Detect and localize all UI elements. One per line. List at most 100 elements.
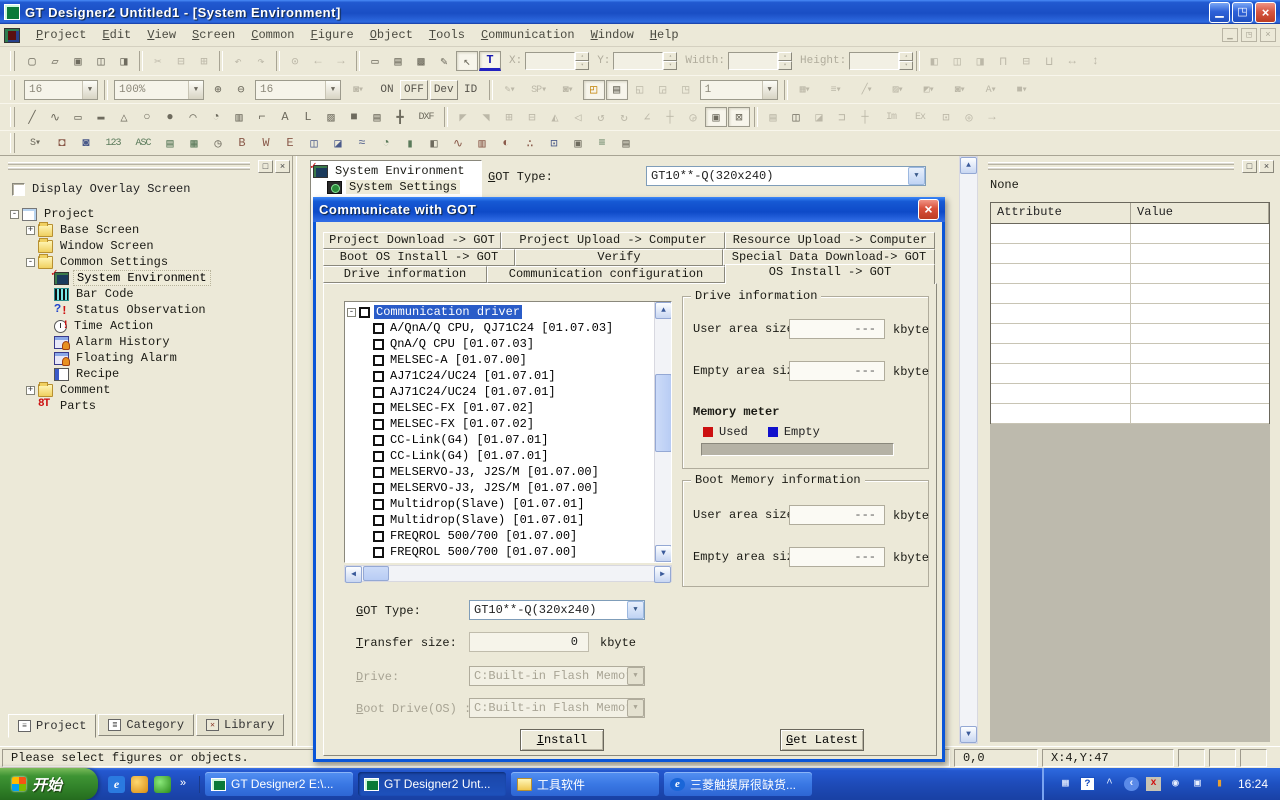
minimize-button[interactable]: ▁ — [1209, 2, 1230, 23]
flip-h-icon[interactable]: ◭ — [544, 107, 566, 127]
restore-button[interactable]: ◳ — [1232, 2, 1253, 23]
driver-item[interactable]: MELSEC-A [01.07.00] — [347, 352, 653, 368]
driver-checkbox[interactable] — [373, 355, 384, 366]
display-tray-icon[interactable]: ▣ — [1190, 777, 1205, 791]
driver-item[interactable]: AJ71C24/UC24 [01.07.01] — [347, 384, 653, 400]
coordinate-input[interactable] — [525, 52, 575, 70]
circle-icon[interactable]: ○ — [136, 107, 158, 127]
line-type-icon[interactable]: ╱▾ — [853, 80, 881, 100]
data-list-display-icon[interactable]: ▤ — [159, 133, 181, 153]
arc-icon[interactable]: ◠ — [182, 107, 204, 127]
dialog-tab[interactable]: Verify — [515, 249, 723, 266]
on-button[interactable]: ON — [376, 80, 398, 100]
panel-tab[interactable]: ≣ Category — [98, 714, 194, 736]
driver-item[interactable]: MELSEC-FX [01.07.02] — [347, 416, 653, 432]
coordinate-input[interactable] — [728, 52, 778, 70]
dxf-icon[interactable]: DXF — [412, 107, 440, 127]
snap-grid-icon[interactable]: ▦▾ — [791, 80, 819, 100]
driver-checkbox[interactable] — [373, 499, 384, 510]
spinner-control[interactable]: ▴▾ — [575, 52, 589, 70]
dropdown-arrow-icon[interactable] — [908, 167, 925, 185]
back-layer-icon[interactable]: ◲ — [652, 80, 674, 100]
zoom-combo[interactable]: 100% — [114, 80, 204, 100]
settings-tree-item[interactable]: System Settings — [313, 179, 479, 195]
table-row[interactable] — [991, 324, 1269, 344]
alarm-list-icon[interactable]: ◪ — [327, 133, 349, 153]
text-figure-icon[interactable]: A — [274, 107, 296, 127]
device-test-icon[interactable]: ⊡ — [935, 107, 957, 127]
undo-icon[interactable]: ↶ — [227, 51, 249, 71]
import-data-icon[interactable]: Im — [877, 107, 905, 127]
dialog-tab[interactable]: OS Install -> GOT — [725, 264, 935, 284]
panel-tab[interactable]: ✕ Library — [196, 714, 284, 736]
same-height-icon[interactable]: ↕ — [1084, 51, 1106, 71]
table-row[interactable] — [991, 264, 1269, 284]
tree-item[interactable]: System Environment — [10, 270, 288, 286]
scroll-up-icon[interactable]: ▲ — [655, 302, 672, 319]
panel-close-icon[interactable]: × — [1259, 160, 1274, 173]
font-size-combo[interactable]: 16 — [24, 80, 98, 100]
driver-list-hscrollbar[interactable]: ◀ ▶ — [344, 565, 672, 582]
group-icon[interactable]: ⊞ — [498, 107, 520, 127]
menu-item[interactable]: Communication — [473, 25, 583, 45]
close-button[interactable]: × — [1255, 2, 1276, 23]
device-list-icon[interactable]: ▤ — [606, 80, 628, 100]
tree-item[interactable]: - Project — [10, 206, 288, 222]
help-tray-icon[interactable]: ? — [1080, 777, 1095, 791]
collapse-tray-icon[interactable]: ^ — [1102, 777, 1117, 791]
tree-item[interactable]: Window Screen — [10, 238, 288, 254]
align-grid-icon[interactable]: ┼ — [659, 107, 681, 127]
menu-item[interactable]: Screen — [184, 25, 243, 45]
tree-item[interactable]: Alarm History — [10, 334, 288, 350]
start-button[interactable]: 开始 — [0, 768, 98, 800]
floating-alarm-icon[interactable]: ≈ — [351, 133, 373, 153]
driver-item[interactable]: QnA/Q CPU [01.07.03] — [347, 336, 653, 352]
coordinate-input[interactable] — [849, 52, 899, 70]
all-layer-icon[interactable]: ◳ — [675, 80, 697, 100]
align-middle-icon[interactable]: ⊟ — [1015, 51, 1037, 71]
driver-item[interactable] — [347, 560, 653, 562]
driver-checkbox[interactable] — [373, 419, 384, 430]
batch-edit-icon[interactable]: ◪ — [808, 107, 830, 127]
frame-color-icon[interactable]: ◩▾ — [915, 80, 943, 100]
id-button[interactable]: ID — [460, 80, 482, 100]
dialog-title-bar[interactable]: Communicate with GOT × — [313, 197, 945, 222]
filled-square-icon[interactable]: ■ — [343, 107, 365, 127]
doc-preview-icon[interactable]: ⊙ — [284, 51, 306, 71]
select-same-icon[interactable]: ⊐ — [831, 107, 853, 127]
scroll-thumb[interactable] — [655, 374, 672, 452]
copy-icon[interactable]: ⊟ — [170, 51, 192, 71]
driver-item[interactable]: CC-Link(G4) [01.07.01] — [347, 448, 653, 464]
lamp-icon[interactable]: ◙ — [75, 133, 97, 153]
switch-icon[interactable]: ◘ — [51, 133, 73, 153]
menu-item[interactable]: Edit — [94, 25, 139, 45]
dialog-tab[interactable]: Communication configuration — [487, 266, 725, 283]
driver-checkbox[interactable] — [373, 515, 384, 526]
keyboard-tray-icon[interactable]: ▦ — [1058, 777, 1073, 791]
spinner-control[interactable]: ▴▾ — [663, 52, 677, 70]
find-icon[interactable]: ◎ — [958, 107, 980, 127]
panel-close-icon[interactable]: × — [275, 160, 290, 173]
menu-item[interactable]: View — [139, 25, 184, 45]
import-project-icon[interactable]: ◨ — [113, 51, 135, 71]
rotate-90-icon[interactable]: ◶ — [682, 107, 704, 127]
install-button[interactable]: Install — [520, 729, 604, 751]
tree-item[interactable]: Time Action — [10, 318, 288, 334]
text-tool-icon[interactable]: T — [479, 51, 501, 71]
align-left-icon[interactable]: ◧ — [923, 51, 945, 71]
forward-icon[interactable]: → — [330, 51, 352, 71]
zoom-in-icon[interactable]: ⊕ — [207, 80, 229, 100]
chevron-tray-icon[interactable]: ‹ — [1124, 777, 1139, 791]
paint-bucket-icon[interactable]: ◙▾ — [554, 80, 582, 100]
rotate-right-icon[interactable]: ↻ — [613, 107, 635, 127]
panel-float-icon[interactable]: □ — [1242, 160, 1257, 173]
redo-icon[interactable]: ↷ — [250, 51, 272, 71]
usb-tray-icon[interactable]: ▮ — [1212, 777, 1227, 791]
table-row[interactable] — [991, 344, 1269, 364]
driver-item[interactable]: CC-Link(G4) [01.07.01] — [347, 432, 653, 448]
layer-combo[interactable]: 1 — [700, 80, 778, 100]
driver-item[interactable]: AJ71C24/UC24 [01.07.01] — [347, 368, 653, 384]
statistics-graph-icon[interactable]: ◐ — [495, 133, 517, 153]
get-latest-button[interactable]: Get Latest — [780, 729, 864, 751]
taskbar-item[interactable]: GT Designer2 E:\... — [205, 772, 353, 796]
